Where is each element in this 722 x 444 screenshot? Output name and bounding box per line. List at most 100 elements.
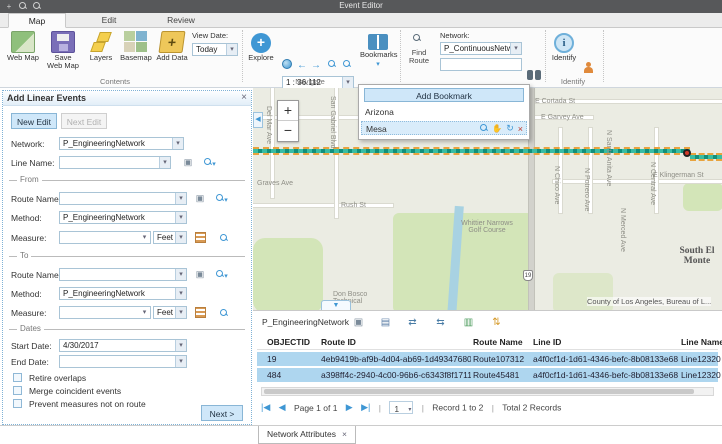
chevron-down-icon[interactable]: ▾ bbox=[139, 232, 150, 243]
tab-map[interactable]: Map bbox=[8, 13, 66, 28]
basemap-button[interactable]: Basemap bbox=[118, 31, 154, 62]
binoculars-icon[interactable] bbox=[527, 70, 541, 80]
line-name-combo[interactable]: ▾ bbox=[59, 156, 171, 169]
transfer-right-icon[interactable]: ⇆ bbox=[433, 315, 448, 329]
web-map-button[interactable]: Web Map bbox=[6, 31, 40, 62]
forward-extent-icon[interactable]: → bbox=[311, 60, 321, 71]
retire-overlaps-checkbox[interactable] bbox=[13, 373, 22, 382]
back-extent-icon[interactable]: ← bbox=[297, 60, 307, 71]
globe-icon[interactable] bbox=[282, 59, 292, 72]
close-icon[interactable]: × bbox=[241, 92, 247, 103]
select-on-map-icon[interactable]: ▣ bbox=[181, 156, 195, 169]
chevron-down-icon[interactable]: ▾ bbox=[510, 43, 521, 54]
from-section-separator: From bbox=[9, 175, 245, 185]
scrollbar-thumb[interactable] bbox=[264, 389, 694, 394]
transfer-left-icon[interactable]: ⇄ bbox=[405, 315, 420, 329]
panel-network-combo[interactable]: P_EngineeringNetwork▾ bbox=[59, 137, 184, 150]
person-icon[interactable] bbox=[583, 62, 593, 74]
table-row[interactable]: 19 4eb9419b-af9b-4d04-ab69-1d493476802b … bbox=[257, 352, 718, 366]
to-measure-input[interactable]: ▾ bbox=[59, 306, 151, 319]
horizontal-scrollbar[interactable] bbox=[261, 387, 714, 396]
map-zoom-out-button[interactable]: − bbox=[278, 121, 298, 141]
chevron-down-icon[interactable]: ▾ bbox=[175, 340, 186, 351]
column-header[interactable]: Line Name bbox=[681, 337, 722, 347]
pan-bookmark-icon[interactable]: ✋ bbox=[492, 124, 502, 133]
map-zoom-in-button[interactable]: + bbox=[278, 101, 298, 121]
collapse-left-arrow[interactable]: ◀ bbox=[253, 112, 263, 128]
from-measure-input[interactable]: ▾ bbox=[59, 231, 151, 244]
first-page-button[interactable]: |◀ bbox=[261, 402, 270, 412]
layers-button[interactable]: Layers bbox=[86, 31, 116, 62]
column-header[interactable]: Route Name bbox=[473, 337, 531, 347]
tab-review[interactable]: Review bbox=[152, 13, 210, 28]
bookmark-item-arizona[interactable]: Arizona bbox=[361, 105, 527, 119]
add-data-button[interactable]: + Add Data bbox=[154, 31, 190, 62]
to-method-combo[interactable]: P_EngineeringNetwork▾ bbox=[59, 287, 187, 300]
next-page-button[interactable]: ▶ bbox=[346, 402, 353, 412]
zoom-to-icon[interactable] bbox=[217, 308, 231, 321]
next-edit-button[interactable]: Next Edit bbox=[61, 113, 107, 129]
zoom-to-icon[interactable]: ▾ bbox=[215, 193, 229, 206]
delete-bookmark-icon[interactable]: × bbox=[518, 124, 523, 134]
from-units-combo[interactable]: Feet▾ bbox=[153, 231, 187, 244]
sort-icon[interactable]: ⇅ bbox=[489, 315, 504, 329]
chevron-down-icon[interactable]: ▾ bbox=[175, 193, 186, 204]
end-date-combo[interactable]: ▾ bbox=[59, 355, 187, 368]
chevron-down-icon[interactable]: ▾ bbox=[139, 307, 150, 318]
table-row[interactable]: 484 a398ff4c-2940-4c00-96b6-c6343f8f1711… bbox=[257, 368, 718, 382]
route-input[interactable] bbox=[440, 58, 522, 71]
column-header[interactable]: OBJECTID bbox=[267, 337, 317, 347]
chevron-down-icon[interactable]: ▾ bbox=[175, 212, 186, 223]
bookmark-item-mesa[interactable]: Mesa ✋ ↻ × bbox=[361, 121, 527, 135]
show-table-icon[interactable]: ▤ bbox=[378, 315, 393, 329]
zoom-to-icon[interactable] bbox=[217, 233, 231, 246]
measure-tool-icon[interactable] bbox=[195, 307, 209, 320]
collapse-table-tab[interactable]: ▼ bbox=[321, 300, 351, 310]
chevron-down-icon[interactable]: ▾ bbox=[226, 44, 237, 55]
column-header[interactable]: Route ID bbox=[321, 337, 471, 347]
chevron-down-icon[interactable]: ▾ bbox=[175, 232, 186, 243]
save-web-map-button[interactable]: Save Web Map bbox=[46, 31, 80, 71]
chevron-down-icon[interactable]: ▾ bbox=[175, 269, 186, 280]
explore-button[interactable]: + Explore bbox=[246, 33, 276, 62]
new-edit-button[interactable]: New Edit bbox=[11, 113, 57, 129]
page-select[interactable]: 1▾ bbox=[389, 401, 413, 414]
chevron-down-icon[interactable]: ▾ bbox=[159, 157, 170, 168]
select-on-map-icon[interactable]: ▣ bbox=[193, 192, 207, 205]
select-records-icon[interactable]: ▣ bbox=[351, 315, 366, 329]
prevent-measures-checkbox[interactable] bbox=[13, 399, 22, 408]
add-table-icon[interactable]: ▥ bbox=[461, 315, 476, 329]
close-icon[interactable]: × bbox=[342, 429, 347, 439]
zoom-to-icon[interactable]: ▾ bbox=[203, 157, 217, 170]
chevron-down-icon[interactable]: ▾ bbox=[175, 307, 186, 318]
refresh-bookmark-icon[interactable]: ↻ bbox=[506, 123, 514, 134]
zoom-bookmark-icon[interactable] bbox=[480, 124, 488, 134]
start-date-combo[interactable]: 4/30/2017▾ bbox=[59, 339, 187, 352]
merge-coincident-checkbox[interactable] bbox=[13, 386, 22, 395]
view-date-combo[interactable]: Today ▾ bbox=[192, 43, 238, 56]
select-on-map-icon[interactable]: ▣ bbox=[193, 268, 207, 281]
prev-page-button[interactable]: ◀ bbox=[279, 402, 286, 412]
bookmarks-button[interactable]: Bookmarks ▾ bbox=[360, 34, 396, 68]
zoom-to-icon[interactable]: ▾ bbox=[215, 269, 229, 282]
street-label: N Potrero Ave bbox=[583, 168, 590, 228]
next-button[interactable]: Next > bbox=[201, 405, 243, 421]
chevron-down-icon[interactable]: ▾ bbox=[175, 356, 186, 367]
chevron-down-icon[interactable]: ▾ bbox=[172, 138, 183, 149]
identify-button[interactable]: i Identify bbox=[549, 33, 579, 62]
to-units-combo[interactable]: Feet▾ bbox=[153, 306, 187, 319]
last-page-button[interactable]: ▶| bbox=[361, 402, 370, 412]
column-header[interactable]: Line ID bbox=[533, 337, 678, 347]
measure-tool-icon[interactable] bbox=[195, 232, 209, 245]
zoom-in-map-icon[interactable] bbox=[328, 60, 336, 71]
tab-edit[interactable]: Edit bbox=[80, 13, 138, 28]
from-route-combo[interactable]: ▾ bbox=[59, 192, 187, 205]
chevron-down-icon[interactable]: ▾ bbox=[175, 288, 186, 299]
tab-network-attributes[interactable]: Network Attributes× bbox=[258, 426, 356, 444]
find-route-button[interactable]: Find Route bbox=[404, 34, 434, 66]
to-route-combo[interactable]: ▾ bbox=[59, 268, 187, 281]
from-method-combo[interactable]: P_EngineeringNetwork▾ bbox=[59, 211, 187, 224]
zoom-out-map-icon[interactable] bbox=[343, 60, 351, 71]
add-bookmark-button[interactable]: Add Bookmark bbox=[364, 88, 524, 102]
network-combo[interactable]: P_ContinuousNetwork ▾ bbox=[440, 42, 522, 55]
